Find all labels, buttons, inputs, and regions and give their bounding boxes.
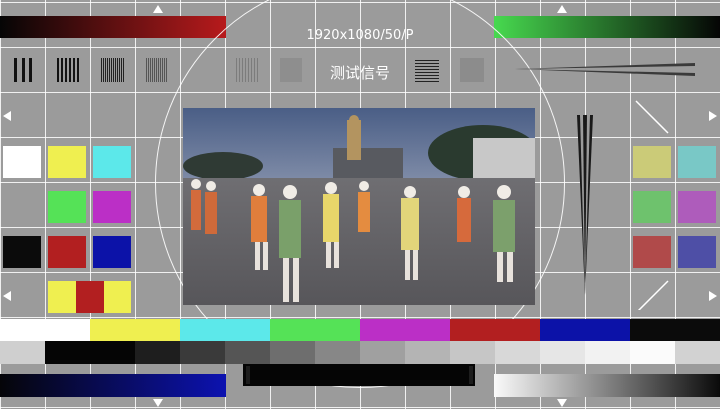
colorbar-magenta [360, 319, 450, 341]
swatch-green-muted [633, 191, 671, 223]
triangle-marker-icon [153, 399, 163, 407]
grey-step [135, 341, 180, 364]
colorbar-blue [540, 319, 630, 341]
swatch-cyan-muted [678, 146, 716, 178]
grey-step [675, 341, 720, 364]
center-video-frame [183, 108, 535, 305]
swatch-yellow-muted [633, 146, 671, 178]
pluge-ticks [246, 366, 473, 384]
grey-step [270, 341, 315, 364]
swatch-black [3, 236, 41, 268]
grey-step [495, 341, 540, 364]
colorbar-cyan [180, 319, 270, 341]
colorbar-green [270, 319, 360, 341]
top-left-red-gradient [0, 16, 226, 38]
triangle-marker-icon [557, 5, 567, 13]
grey-step [630, 341, 675, 364]
bottom-right-grey-gradient [494, 374, 720, 397]
triangle-marker-icon [709, 111, 717, 121]
swatch-red-center [76, 281, 104, 313]
colorbar-yellow [90, 319, 180, 341]
triangle-marker-icon [3, 291, 11, 301]
swatch-blue [93, 236, 131, 268]
grey-step [45, 341, 135, 364]
bottom-left-blue-gradient [0, 374, 226, 397]
colorbar-black [630, 319, 720, 341]
colorbar-white [0, 319, 90, 341]
swatch-green [48, 191, 86, 223]
format-label: 1920x1080/50/P [306, 28, 414, 43]
colorbar-red [450, 319, 540, 341]
swatch-yellow [48, 146, 86, 178]
swatch-cyan [93, 146, 131, 178]
grey-step [405, 341, 450, 364]
resolution-bursts [14, 58, 695, 82]
vertical-resolution-wedge [577, 115, 593, 295]
triangle-marker-icon [3, 111, 11, 121]
grey-step [360, 341, 405, 364]
swatch-red-muted [633, 236, 671, 268]
swatch-red [48, 236, 86, 268]
grey-step [0, 341, 45, 364]
grey-step [585, 341, 630, 364]
grey-step [450, 341, 495, 364]
grey-step [225, 341, 270, 364]
swatch-white [3, 146, 41, 178]
triangle-marker-icon [709, 291, 717, 301]
grey-step [315, 341, 360, 364]
triangle-marker-icon [153, 5, 163, 13]
top-right-green-gradient [494, 16, 720, 38]
swatch-magenta [93, 191, 131, 223]
triangle-marker-icon [557, 399, 567, 407]
grey-step [180, 341, 225, 364]
test-pattern-card: 1920x1080/50/P 测试信号 [0, 0, 720, 409]
swatch-magenta-muted [678, 191, 716, 223]
swatch-blue-muted [678, 236, 716, 268]
grey-step [540, 341, 585, 364]
